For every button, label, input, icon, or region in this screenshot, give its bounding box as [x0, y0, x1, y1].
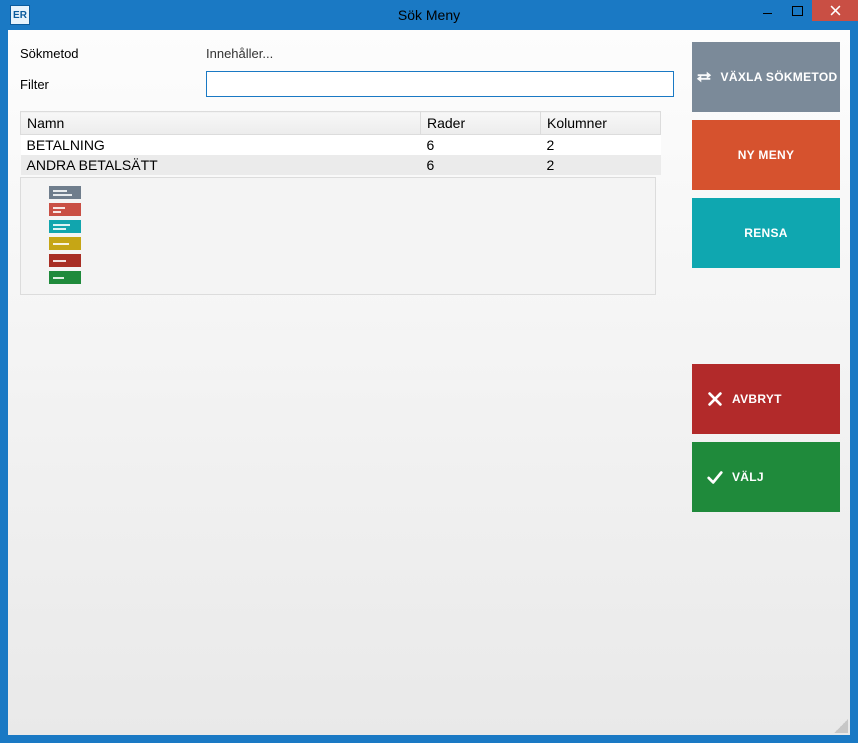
- new-menu-label: NY MENY: [738, 148, 795, 162]
- toggle-search-method-button[interactable]: VÄXLA SÖKMETOD: [692, 42, 840, 112]
- check-icon: [706, 468, 724, 486]
- cancel-icon: [706, 390, 724, 408]
- filter-row: Filter: [20, 71, 674, 97]
- table-header-row: Namn Rader Kolumner: [21, 112, 661, 135]
- maximize-button[interactable]: [782, 0, 812, 21]
- preview-tile: [49, 220, 81, 233]
- select-button[interactable]: VÄLJ: [692, 442, 840, 512]
- cell-name: BETALNING: [21, 135, 421, 156]
- preview-tile: [49, 186, 81, 199]
- clear-label: RENSA: [744, 226, 788, 240]
- preview-tile: [49, 203, 81, 216]
- search-method-row: Sökmetod Innehåller...: [20, 46, 674, 61]
- content-frame: Sökmetod Innehåller... Filter Namn Rader…: [8, 30, 850, 735]
- cell-name: ANDRA BETALSÄTT: [21, 155, 421, 175]
- window-controls: [752, 0, 858, 21]
- preview-tile: [49, 237, 81, 250]
- swap-icon: [695, 68, 713, 86]
- table-row[interactable]: BETALNING 6 2: [21, 135, 661, 156]
- search-method-value: Innehåller...: [206, 46, 674, 61]
- col-header-rows[interactable]: Rader: [421, 112, 541, 135]
- search-method-label: Sökmetod: [20, 46, 206, 61]
- clear-button[interactable]: RENSA: [692, 198, 840, 268]
- window-title: Sök Meny: [0, 7, 858, 23]
- close-button[interactable]: [812, 0, 858, 21]
- filter-label: Filter: [20, 77, 206, 92]
- new-menu-button[interactable]: NY MENY: [692, 120, 840, 190]
- cell-rows: 6: [421, 135, 541, 156]
- app-icon: ER: [10, 5, 30, 25]
- results-table: Namn Rader Kolumner BETALNING 6 2 ANDRA …: [20, 111, 661, 175]
- col-header-cols[interactable]: Kolumner: [541, 112, 661, 135]
- minimize-button[interactable]: [752, 0, 782, 21]
- cell-rows: 6: [421, 155, 541, 175]
- preview-tile: [49, 254, 81, 267]
- col-header-name[interactable]: Namn: [21, 112, 421, 135]
- toggle-search-method-label: VÄXLA SÖKMETOD: [721, 70, 838, 84]
- spacer: [692, 276, 840, 356]
- table-row[interactable]: ANDRA BETALSÄTT 6 2: [21, 155, 661, 175]
- cancel-label: AVBRYT: [732, 392, 782, 406]
- main-panel: Sökmetod Innehåller... Filter Namn Rader…: [8, 30, 686, 735]
- resize-grip[interactable]: [834, 719, 848, 733]
- preview-tile: [49, 271, 81, 284]
- filter-input[interactable]: [206, 71, 674, 97]
- cell-cols: 2: [541, 155, 661, 175]
- menu-preview: [20, 177, 656, 295]
- results-table-wrap: Namn Rader Kolumner BETALNING 6 2 ANDRA …: [20, 111, 674, 295]
- title-bar: ER Sök Meny: [0, 0, 858, 30]
- select-label: VÄLJ: [732, 470, 764, 484]
- cancel-button[interactable]: AVBRYT: [692, 364, 840, 434]
- action-panel: VÄXLA SÖKMETOD NY MENY RENSA AVBRYT VÄLJ: [686, 30, 850, 735]
- cell-cols: 2: [541, 135, 661, 156]
